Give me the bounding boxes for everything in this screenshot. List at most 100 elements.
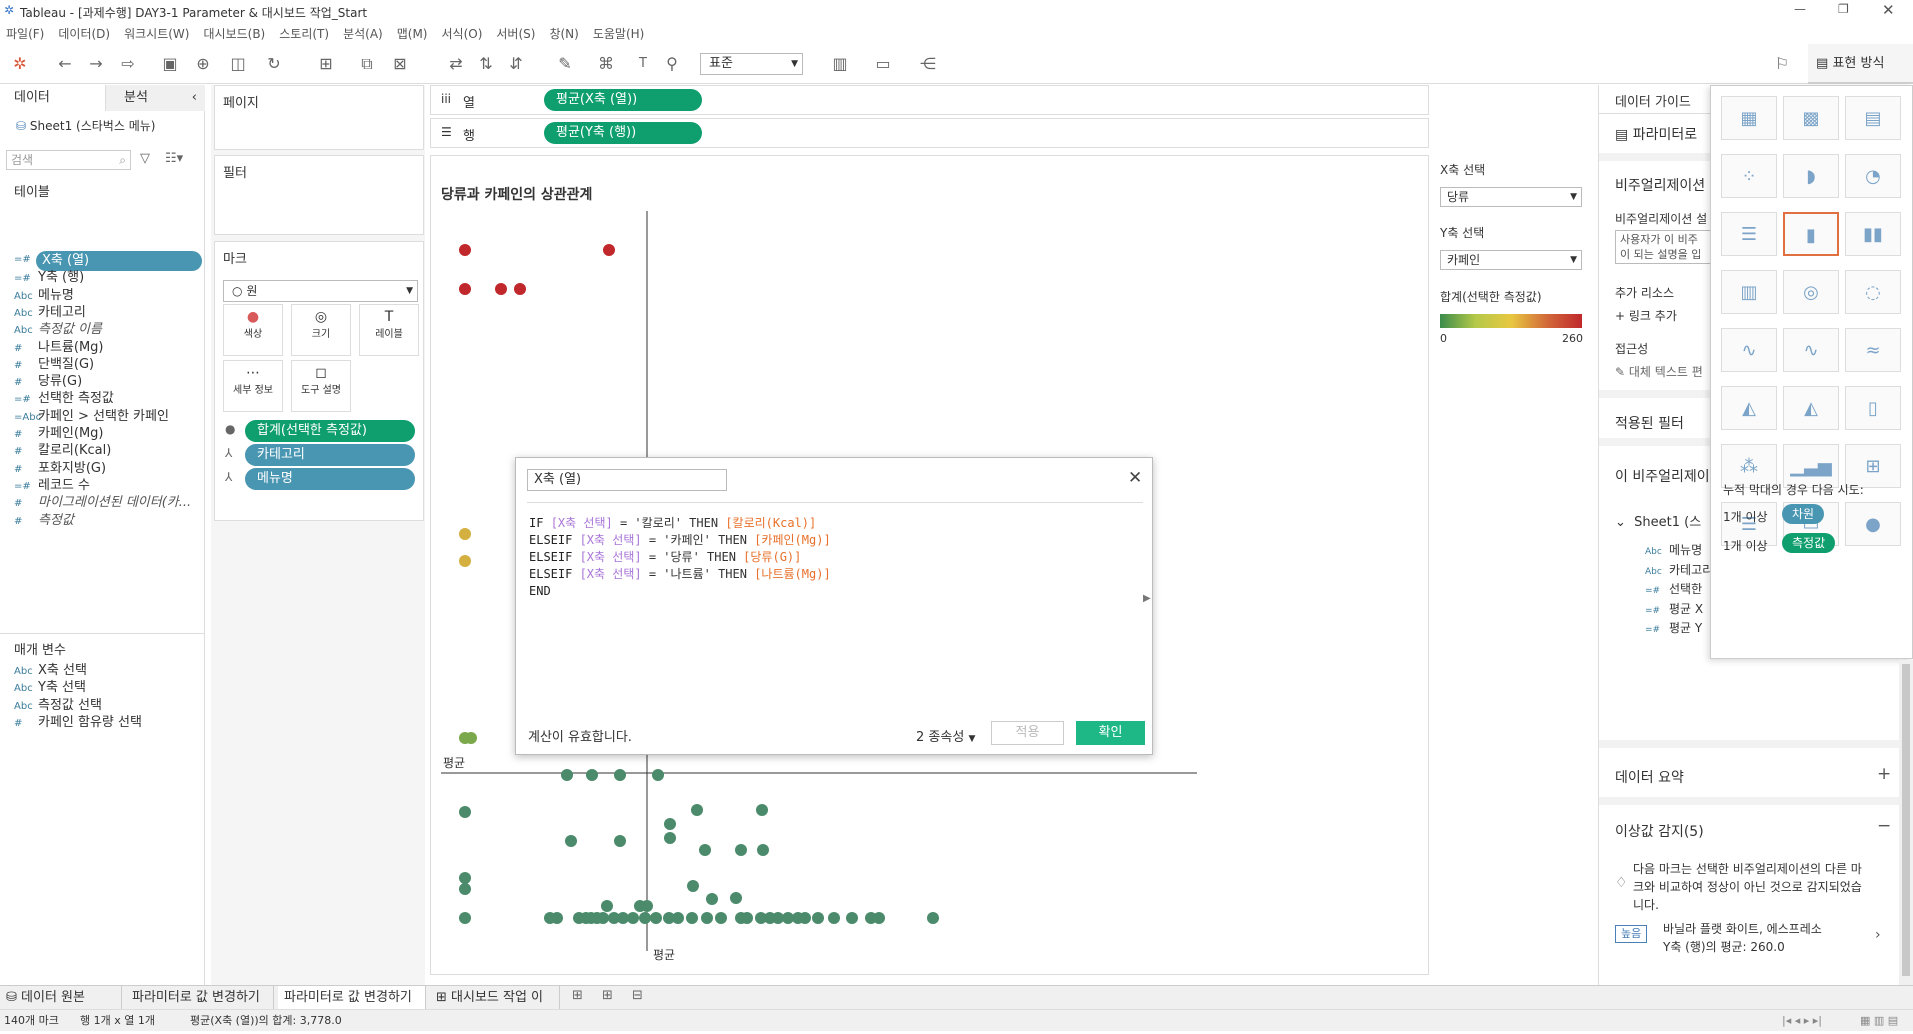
duplicate-sheet-icon[interactable]: ⧉ [357,54,377,74]
redo-icon[interactable]: → [86,54,106,74]
horizontal-bar-icon[interactable]: ☰ [1721,212,1777,256]
line-continuous-icon[interactable]: ∿ [1783,328,1839,372]
pin-icon[interactable]: ⚲ [662,54,682,74]
expand-plus-icon[interactable]: + [1877,764,1891,784]
show-cards-icon[interactable]: ▥ [830,54,850,74]
scatter-point[interactable] [664,818,676,830]
share-icon[interactable]: ⋲ [918,54,938,74]
scatter-point[interactable] [459,872,471,884]
undo-icon[interactable]: ← [55,54,75,74]
viz-description-input[interactable]: 사용자가 이 비주 이 되는 설명을 입 [1615,230,1715,264]
side-by-side-circle-icon[interactable]: ◌ [1845,270,1901,314]
scatter-point[interactable] [586,769,598,781]
tab-data[interactable]: 데이터 [0,85,105,111]
mark-pill[interactable]: 메뉴명 [245,468,415,490]
calc-editor[interactable]: IF [X축 선택] = '칼로리' THEN [칼로리(Kcal)] ELSEI… [529,515,1129,685]
scatter-point[interactable] [459,244,471,256]
scatter-point[interactable] [514,283,526,295]
scatter-point[interactable] [687,880,699,892]
scrollbar[interactable] [1899,660,1913,985]
sheet-tab[interactable]: 파라미터로 값 변경하기 2 [278,986,426,1029]
filled-map-icon[interactable]: ◗ [1783,154,1839,198]
scatter-point[interactable] [639,912,651,924]
new-story-icon[interactable]: ⊟ [632,988,643,1003]
scatter-point[interactable] [459,528,471,540]
param-item[interactable]: # 카페인 함유량 선택 [14,713,142,733]
replay-icon[interactable]: ⇨ [118,54,138,74]
ok-button[interactable]: 확인 [1076,721,1145,745]
pie-chart-icon[interactable]: ◔ [1845,154,1901,198]
scatter-point[interactable] [495,283,507,295]
scatter-point[interactable] [459,283,471,295]
collapse-minus-icon[interactable]: − [1877,816,1891,836]
mark-button-tooltip[interactable]: ◻ 도구 설명 [291,360,351,412]
menu-item[interactable]: 스토리(T) [279,27,329,41]
sheet-tab[interactable]: 파라미터로 값 변경하기 1 [126,986,274,1029]
maximize-icon[interactable]: ❐ [1838,2,1849,16]
refresh-icon[interactable]: ↻ [264,54,284,74]
expand-arrow-icon[interactable]: ▶ [1143,593,1151,604]
scrollbar-thumb[interactable] [1902,664,1910,976]
sheet-tab[interactable]: ⊞ 대시보드 작업 이용 [430,986,560,1029]
pin-pane-icon[interactable]: ⚐ [1772,54,1792,74]
scatter-point[interactable] [459,806,471,818]
scatter-point[interactable] [459,912,471,924]
rows-shelf[interactable]: ☰ 행 평균(Y축 (행)) [430,118,1429,148]
scatter-point[interactable] [614,835,626,847]
symbol-map-icon[interactable]: ⁘ [1721,154,1777,198]
sort-desc-icon[interactable]: ⇵ [506,54,526,74]
scatter-point[interactable] [812,912,824,924]
rows-pill[interactable]: 평균(Y축 (행)) [544,122,702,144]
mark-button-color[interactable]: ● 색상 [223,304,283,356]
treemap-icon[interactable]: ▥ [1721,270,1777,314]
heat-map-icon[interactable]: ▩ [1783,96,1839,140]
pages-card[interactable]: 페이지 [214,85,424,150]
scatter-point[interactable] [652,769,664,781]
alt-text-button[interactable]: ✎ 대체 텍스트 편 [1615,363,1703,380]
scatter-point[interactable] [846,912,858,924]
new-sheet-icon[interactable]: ⊞ [572,988,583,1003]
tableau-home-icon[interactable]: ✲ [10,54,30,74]
color-legend[interactable]: 합계(선택한 측정값) 0 260 [1434,282,1592,352]
add-link-button[interactable]: + 링크 추가 [1615,307,1677,324]
text-table-icon[interactable]: ▦ [1721,96,1777,140]
clear-sheet-icon[interactable]: ⊠ [390,54,410,74]
scatter-point[interactable] [465,732,477,744]
scatter-point[interactable] [730,892,742,904]
side-by-side-bar-icon[interactable]: ▮▮ [1845,212,1901,256]
line-discrete-icon[interactable]: ∿ [1721,328,1777,372]
guide-field[interactable]: =# 평균 X [1645,600,1703,617]
x-param-select[interactable]: 당류 ▼ [1440,187,1582,207]
scatter-point[interactable] [699,844,711,856]
circle-view-icon[interactable]: ◎ [1783,270,1839,314]
scatter-point[interactable] [641,900,653,912]
menu-item[interactable]: 창(N) [549,27,578,41]
sheet-node[interactable]: ⌄ Sheet1 (스 [1615,511,1701,530]
guide-field[interactable]: Abc 메뉴명 [1645,541,1702,558]
menu-item[interactable]: 파일(F) [6,27,44,41]
swap-axes-icon[interactable]: ⇄ [446,54,466,74]
scatter-point[interactable] [664,832,676,844]
scatter-point[interactable] [601,900,613,912]
label-icon[interactable]: T [633,54,653,74]
new-dashboard-icon[interactable]: ⊞ [602,988,613,1003]
mark-button-size[interactable]: ◎ 크기 [291,304,351,356]
close-icon[interactable]: ✕ [1128,468,1142,488]
menu-item[interactable]: 서식(O) [442,27,483,41]
group-icon[interactable]: ⌘ [596,54,616,74]
area-discrete-icon[interactable]: ◭ [1783,386,1839,430]
sort-asc-icon[interactable]: ⇅ [476,54,496,74]
showme-tab[interactable]: ▤ 표현 방식 [1808,44,1913,84]
field-item[interactable]: # 측정값 [14,511,74,531]
scatter-point[interactable] [715,912,727,924]
scatter-point[interactable] [565,835,577,847]
pause-update-icon[interactable]: ◫ [228,54,248,74]
scatter-point[interactable] [597,912,609,924]
scatter-point[interactable] [650,912,662,924]
presentation-icon[interactable]: ▭ [873,54,893,74]
tab-analysis[interactable]: 분석 ‹ [105,85,205,111]
guide-field[interactable]: =# 평균 Y [1645,619,1702,636]
grid-view-icons[interactable]: ▦ ▥ ▤ [1860,1010,1898,1032]
collapse-icon[interactable]: ‹ [192,85,197,111]
scatter-point[interactable] [551,912,563,924]
